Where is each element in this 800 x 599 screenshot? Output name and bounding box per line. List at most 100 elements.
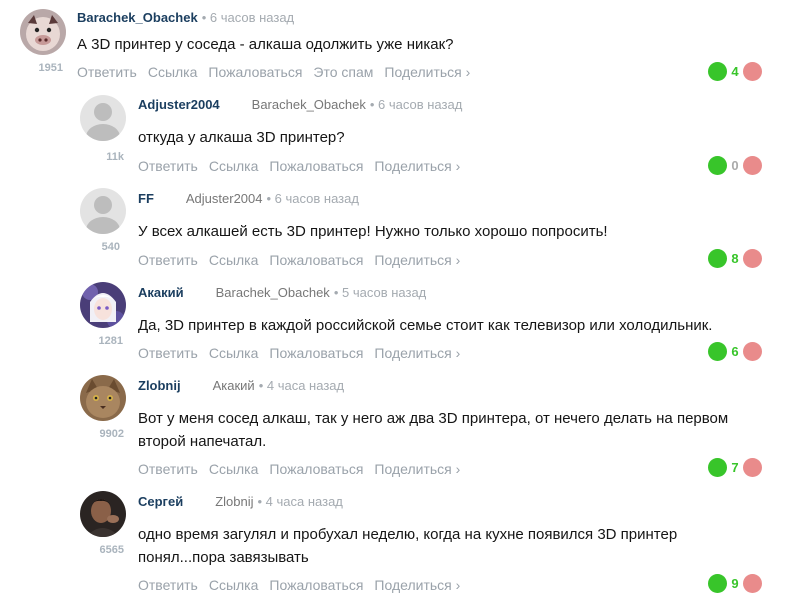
man-avatar-icon[interactable] [80, 491, 126, 537]
comment-header: Barachek_Obachek • 6 часов назад [77, 10, 294, 25]
upvote-button[interactable] [708, 61, 727, 81]
cat-avatar-icon[interactable] [80, 375, 126, 421]
reply-button[interactable]: Ответить [138, 577, 198, 593]
author-name[interactable]: Barachek_Obachek [77, 10, 198, 25]
comment-header: Adjuster2004 Barachek_Obachek • 6 часов на… [138, 97, 462, 112]
comment-text: А 3D принтер у соседа - алкаша одолжить … [77, 36, 454, 53]
comment-header: Zlobnij Акакий • 4 часа назад [138, 378, 344, 393]
comment-score: 7 [731, 459, 739, 475]
author-name[interactable]: Акакий [138, 285, 184, 300]
comment-time[interactable]: • 4 часа назад [259, 378, 344, 393]
comment-actions: Ответить Ссылка Пожаловаться Поделиться › [138, 577, 471, 593]
user-rating: 6565 [99, 544, 124, 556]
user-rating: 1281 [98, 335, 123, 347]
pig-avatar-icon[interactable] [20, 9, 66, 55]
author-name[interactable]: Zlobnij [138, 378, 181, 393]
comment-time[interactable]: • 4 часа назад [258, 494, 343, 509]
report-button[interactable]: Пожаловаться [269, 461, 363, 477]
link-button[interactable]: Ссылка [209, 461, 259, 477]
share-button[interactable]: Поделиться › [384, 64, 470, 80]
comment-header: Сергей Zlobnij • 4 часа назад [138, 494, 343, 509]
link-button[interactable]: Ссылка [209, 252, 259, 268]
link-button[interactable]: Ссылка [148, 64, 198, 80]
comment-item: 9902 Zlobnij Акакий • 4 часа назад Вот у м… [0, 370, 800, 486]
downvote-button[interactable] [743, 341, 762, 361]
share-button[interactable]: Поделиться › [374, 158, 460, 174]
comment-time[interactable]: • 6 часов назад [370, 97, 462, 112]
downvote-button[interactable] [743, 248, 762, 268]
default-user-icon[interactable] [80, 188, 126, 234]
reply-to-author[interactable]: Barachek_Obachek [216, 285, 330, 300]
author-name[interactable]: Сергей [138, 494, 183, 509]
link-button[interactable]: Ссылка [209, 158, 259, 174]
comment-actions: Ответить Ссылка Пожаловаться Поделиться › [138, 345, 471, 361]
comment-item: 540 FF Adjuster2004 • 6 часов назад У всех… [0, 184, 800, 277]
downvote-button[interactable] [743, 457, 762, 477]
reply-button[interactable]: Ответить [138, 461, 198, 477]
reply-to-author[interactable]: Zlobnij [215, 494, 253, 509]
report-button[interactable]: Пожаловаться [269, 252, 363, 268]
report-button[interactable]: Пожаловаться [208, 64, 302, 80]
vote-widget: 7 [708, 457, 762, 477]
upvote-button[interactable] [708, 248, 727, 268]
comment-score: 6 [731, 343, 739, 359]
comment-text: Да, 3D принтер в каждой российской семье… [138, 317, 713, 334]
downvote-button[interactable] [743, 61, 762, 81]
comment-item: 11k Adjuster2004 Barachek_Obachek • 6 часо… [0, 90, 800, 184]
comment-header: Акакий Barachek_Obachek • 5 часов назад [138, 285, 426, 300]
reply-to-author[interactable]: Акакий [213, 378, 255, 393]
vote-widget: 8 [708, 248, 762, 268]
author-name[interactable]: Adjuster2004 [138, 97, 220, 112]
author-name[interactable]: FF [138, 191, 154, 206]
default-user-icon[interactable] [80, 95, 126, 141]
comment-score: 9 [731, 575, 739, 591]
reply-to-author[interactable]: Adjuster2004 [186, 191, 263, 206]
comment-text: одно время загулял и пробухал неделю, ко… [138, 526, 678, 566]
share-button[interactable]: Поделиться › [374, 252, 460, 268]
reply-button[interactable]: Ответить [138, 345, 198, 361]
reply-button[interactable]: Ответить [138, 252, 198, 268]
user-rating: 1951 [38, 62, 63, 74]
comment-item: 1951 Barachek_Obachek • 6 часов назад А 3… [0, 0, 800, 90]
report-button[interactable]: Пожаловаться [269, 345, 363, 361]
comment-text: У всех алкашей есть 3D принтер! Нужно то… [138, 223, 608, 240]
share-button[interactable]: Поделиться › [374, 461, 460, 477]
comment-score: 4 [731, 63, 739, 79]
upvote-button[interactable] [708, 341, 727, 361]
upvote-button[interactable] [708, 573, 727, 593]
comment-actions: Ответить Ссылка Пожаловаться Поделиться › [138, 158, 471, 174]
comment-header: FF Adjuster2004 • 6 часов назад [138, 191, 359, 206]
comment-actions: Ответить Ссылка Пожаловаться Поделиться › [138, 461, 471, 477]
comment-score: 8 [731, 250, 739, 266]
comment-actions: Ответить Ссылка Пожаловаться Это спам Подели… [77, 64, 481, 80]
link-button[interactable]: Ссылка [209, 577, 259, 593]
comment-text: Вот у меня сосед алкаш, так у него аж дв… [138, 410, 729, 450]
vote-widget: 6 [708, 341, 762, 361]
share-button[interactable]: Поделиться › [374, 577, 460, 593]
reply-to-author[interactable]: Barachek_Obachek [252, 97, 366, 112]
reply-button[interactable]: Ответить [138, 158, 198, 174]
reply-button[interactable]: Ответить [77, 64, 137, 80]
link-button[interactable]: Ссылка [209, 345, 259, 361]
vote-widget: 4 [708, 61, 762, 81]
comment-score: 0 [731, 157, 739, 173]
comment-time[interactable]: • 6 часов назад [202, 10, 294, 25]
comment-time[interactable]: • 5 часов назад [334, 285, 426, 300]
upvote-button[interactable] [708, 155, 727, 175]
downvote-button[interactable] [743, 573, 762, 593]
vote-widget: 9 [708, 573, 762, 593]
comment-text: откуда у алкаша 3D принтер? [138, 129, 345, 146]
share-button[interactable]: Поделиться › [374, 345, 460, 361]
user-rating: 11k [106, 151, 124, 163]
spam-button[interactable]: Это спам [313, 64, 373, 80]
user-rating: 540 [101, 241, 120, 253]
comment-item: 6565 Сергей Zlobnij • 4 часа назад одно вр… [0, 486, 800, 599]
report-button[interactable]: Пожаловаться [269, 577, 363, 593]
user-rating: 9902 [99, 428, 124, 440]
report-button[interactable]: Пожаловаться [269, 158, 363, 174]
comment-time[interactable]: • 6 часов назад [267, 191, 359, 206]
comment-item: 1281 Акакий Barachek_Obachek • 5 часов наз… [0, 277, 800, 370]
anime-girl-avatar-icon[interactable] [80, 282, 126, 328]
upvote-button[interactable] [708, 457, 727, 477]
downvote-button[interactable] [743, 155, 762, 175]
